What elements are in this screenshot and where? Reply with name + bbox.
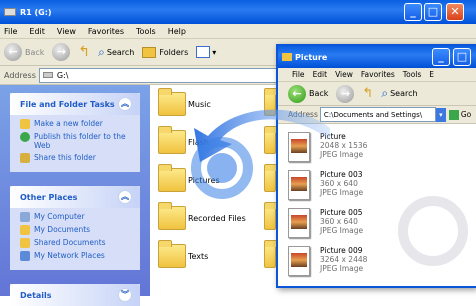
folder-up-icon: ↰ — [362, 86, 374, 101]
my-network-places-link[interactable]: My Network Places — [20, 251, 130, 261]
search-icon: ⌕ — [381, 86, 389, 100]
share-folder-link[interactable]: Share this folder — [20, 153, 130, 163]
go-button[interactable]: Go — [461, 110, 471, 119]
main-menubar: File Edit View Favorites Tools Help — [0, 24, 476, 39]
collapse-chevron-icon[interactable]: ︽ — [118, 97, 132, 111]
my-computer-link[interactable]: My Computer — [20, 212, 130, 222]
picture-minimize-button[interactable]: _ — [432, 48, 450, 66]
search-button[interactable]: ⌕ Search — [98, 45, 134, 60]
picture-menu-edit[interactable]: Edit — [313, 70, 328, 79]
drag-arrow-overlay — [191, 109, 330, 199]
picture-menu-view[interactable]: View — [335, 70, 353, 79]
forward-button[interactable]: → — [52, 43, 71, 61]
menu-view[interactable]: View — [57, 27, 76, 36]
folder-small-icon — [282, 53, 292, 61]
views-button[interactable]: ▾ — [196, 46, 216, 58]
folders-button[interactable]: Folders — [142, 46, 188, 58]
menu-edit[interactable]: Edit — [29, 27, 45, 36]
picture-menu-file[interactable]: File — [292, 70, 305, 79]
picture-menubar: File Edit View Favorites Tools E — [278, 68, 476, 82]
share-icon — [20, 153, 30, 163]
up-button[interactable]: ↰ — [78, 44, 90, 60]
main-window-title: R1 (G:) — [20, 7, 52, 17]
picture-menu-e[interactable]: E — [429, 70, 434, 79]
main-titlebar: R1 (G:) _ □ ✕ — [0, 0, 476, 24]
image-thumbnail-icon — [288, 246, 310, 276]
picture-menu-tools[interactable]: Tools — [403, 70, 421, 79]
details-panel: Details ︾ — [10, 284, 140, 306]
picture-titlebar: Picture _ □ — [278, 46, 476, 68]
publish-folder-link[interactable]: Publish this folder to the Web — [20, 132, 130, 150]
computer-icon — [20, 212, 30, 222]
address-input[interactable]: G:\ — [38, 67, 299, 83]
documents-folder-icon — [20, 225, 30, 235]
make-new-folder-link[interactable]: Make a new folder — [20, 119, 130, 129]
watermark-logo — [398, 196, 468, 266]
picture-up-button[interactable]: ↰ — [362, 86, 373, 101]
menu-help[interactable]: Help — [168, 27, 186, 36]
address-dropdown-icon[interactable]: ▾ — [435, 107, 446, 122]
forward-arrow-icon: → — [52, 43, 71, 61]
menu-favorites[interactable]: Favorites — [88, 27, 124, 36]
folder-icon[interactable] — [264, 240, 278, 268]
image-thumbnail-icon — [288, 208, 310, 238]
picture-maximize-button[interactable]: □ — [453, 48, 471, 66]
chevron-down-icon: ▾ — [212, 47, 217, 57]
drag-arrow-icon — [194, 109, 330, 162]
new-folder-icon — [20, 119, 30, 129]
maximize-button[interactable]: □ — [424, 3, 442, 21]
menu-file[interactable]: File — [4, 27, 17, 36]
drop-target-center-icon — [207, 153, 237, 183]
back-arrow-icon: ← — [4, 43, 22, 61]
my-documents-link[interactable]: My Documents — [20, 225, 130, 235]
folders-icon — [142, 46, 157, 58]
picture-window-title: Picture — [295, 52, 328, 62]
search-icon: ⌕ — [98, 44, 105, 59]
menu-tools[interactable]: Tools — [136, 27, 156, 36]
task-pane: File and Folder Tasks ︽ Make a new folde… — [0, 85, 150, 306]
back-button[interactable]: ← Back — [4, 43, 44, 61]
picture-menu-favorites[interactable]: Favorites — [361, 70, 395, 79]
go-arrow-icon[interactable] — [448, 109, 459, 120]
drive-small-icon — [42, 72, 53, 78]
folder-up-icon: ↰ — [78, 44, 91, 60]
picture-search-button[interactable]: ⌕ Search — [381, 86, 417, 101]
expand-chevron-icon[interactable]: ︾ — [118, 288, 132, 302]
shared-documents-link[interactable]: Shared Documents — [20, 238, 130, 248]
folder-icon — [158, 240, 186, 268]
file-folder-tasks-header[interactable]: File and Folder Tasks ︽ — [10, 93, 140, 115]
globe-icon — [20, 132, 30, 142]
shared-folder-icon — [20, 238, 30, 248]
network-icon — [20, 251, 30, 261]
collapse-chevron-icon[interactable]: ︽ — [118, 190, 132, 204]
file-folder-tasks-panel: File and Folder Tasks ︽ Make a new folde… — [10, 93, 140, 172]
close-button[interactable]: ✕ — [446, 3, 464, 21]
drive-icon — [4, 8, 16, 16]
views-icon — [196, 46, 211, 58]
details-header[interactable]: Details ︾ — [10, 284, 140, 306]
address-label: Address — [4, 70, 36, 80]
other-places-panel: Other Places ︽ My Computer My Documents … — [10, 186, 140, 270]
minimize-button[interactable]: _ — [404, 3, 422, 21]
other-places-header[interactable]: Other Places ︽ — [10, 186, 140, 208]
